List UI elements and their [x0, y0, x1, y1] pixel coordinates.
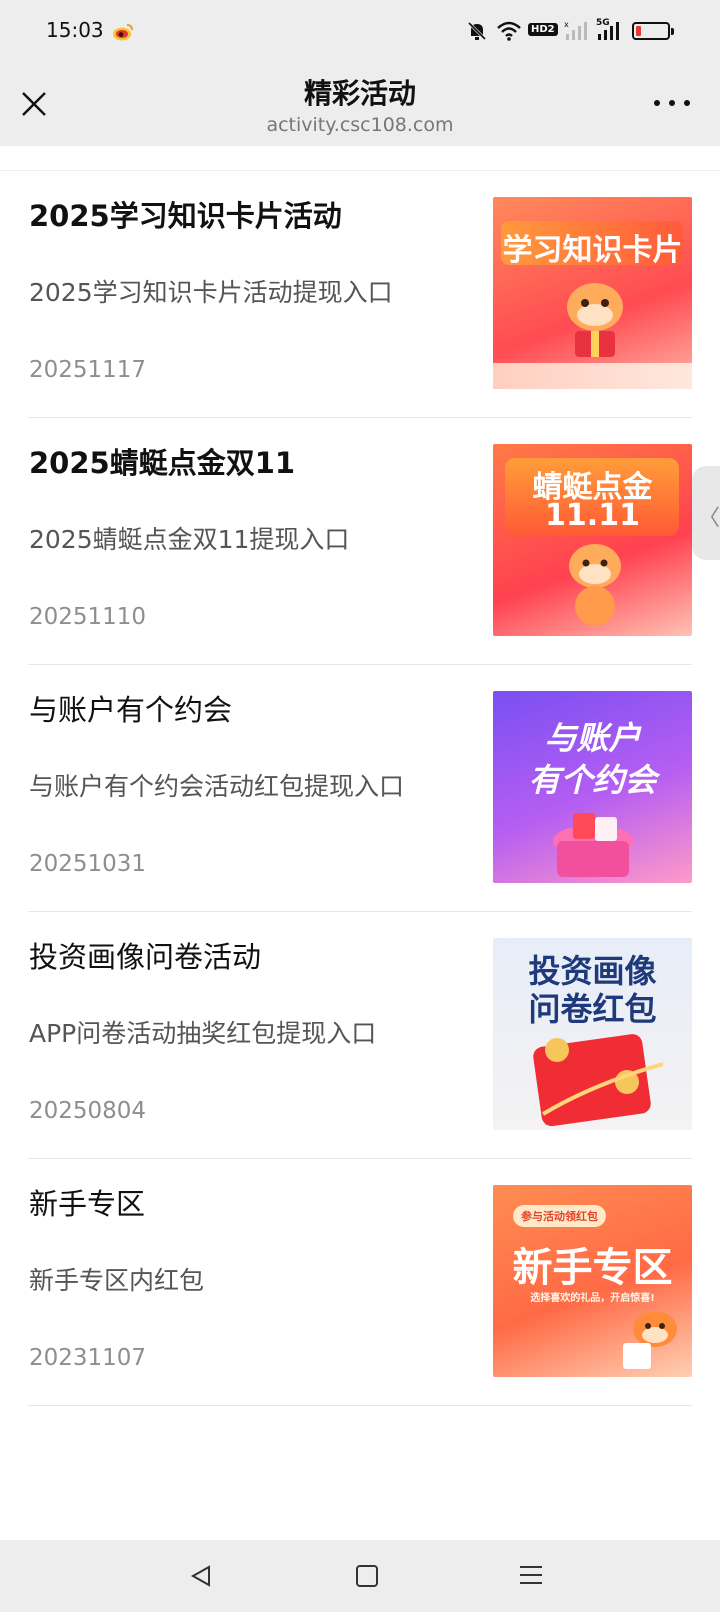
more-icon[interactable] [654, 96, 690, 110]
activity-thumbnail[interactable]: 学习知识卡片 [493, 197, 692, 389]
chevron-left-icon: 〈 [698, 506, 720, 531]
weibo-icon [113, 24, 133, 41]
thumb-title: 新手专区 [512, 1245, 673, 1291]
signal-icon: x [564, 20, 587, 40]
activity-item[interactable]: 2025学习知识卡片活动 2025学习知识卡片活动提现入口 20251117 学… [28, 171, 692, 418]
activity-title: 与账户有个约会 [29, 693, 233, 727]
back-icon[interactable] [190, 1564, 212, 1588]
gift-box-icon [553, 813, 633, 877]
activity-item[interactable]: 与账户有个约会 与账户有个约会活动红包提现入口 20251031 与账户 有个约… [28, 665, 692, 912]
activity-date: 20231107 [29, 1345, 147, 1371]
thumb-subtitle: 11.11 [545, 498, 640, 533]
activity-title: 投资画像问卷活动 [29, 940, 262, 974]
activity-description: APP问卷活动抽奖红包提现入口 [29, 1019, 377, 1048]
wifi-icon [497, 21, 521, 41]
mascot-icon [569, 544, 621, 626]
activity-item[interactable]: 新手专区 新手专区内红包 20231107 参与活动领红包 新手专区 选择喜欢的… [28, 1159, 692, 1406]
thumb-subtitle: 问卷红包 [528, 990, 657, 1028]
thumb-title: 学习知识卡片 [502, 233, 683, 268]
activity-thumbnail[interactable]: 蜻蜓点金 11.11 [493, 444, 692, 636]
activity-title: 2025学习知识卡片活动 [29, 199, 342, 233]
status-bar: 15:03 HD2 x 5G [0, 0, 720, 60]
status-icons: HD2 x 5G [466, 18, 696, 44]
activity-item[interactable]: 2025蜻蜓点金双11 2025蜻蜓点金双11提现入口 20251110 蜻蜓点… [28, 418, 692, 665]
battery-level [636, 26, 641, 36]
side-drawer-tab[interactable]: 〈 [692, 466, 720, 560]
thumb-subtitle: 有个约会 [528, 761, 657, 799]
activity-title: 2025蜻蜓点金双11 [29, 446, 296, 480]
red-envelope-icon [533, 1034, 664, 1127]
activity-item[interactable]: 投资画像问卷活动 APP问卷活动抽奖红包提现入口 20250804 投资画像 问… [28, 912, 692, 1159]
activity-thumbnail[interactable]: 投资画像 问卷红包 [493, 938, 692, 1130]
activity-date: 20251031 [29, 851, 147, 877]
page-url: activity.csc108.com [266, 114, 454, 136]
mascot-icon [567, 283, 623, 357]
navigation-bar [0, 1540, 720, 1612]
thumb-title: 与账户 [544, 719, 641, 757]
status-time: 15:03 [46, 18, 104, 42]
signal-5g-icon [598, 22, 619, 40]
battery-tip [671, 28, 674, 35]
activity-description: 2025蜻蜓点金双11提现入口 [29, 525, 350, 554]
title-bar: 精彩活动 activity.csc108.com [0, 60, 720, 146]
activity-list: 2025学习知识卡片活动 2025学习知识卡片活动提现入口 20251117 学… [0, 171, 720, 1406]
activity-thumbnail[interactable]: 与账户 有个约会 [493, 691, 692, 883]
hd-badge-icon: HD2 [528, 23, 558, 36]
svg-text:x: x [564, 20, 569, 29]
thumb-badge: 参与活动领红包 [513, 1205, 606, 1227]
activity-description: 新手专区内红包 [29, 1266, 205, 1295]
mascot-icon [623, 1311, 677, 1369]
recent-apps-icon[interactable] [520, 1564, 542, 1586]
battery-icon [632, 22, 674, 40]
activity-title: 新手专区 [29, 1187, 146, 1221]
home-icon[interactable] [356, 1565, 378, 1587]
page-title: 精彩活动 [303, 77, 416, 110]
thumb-subtitle: 选择喜欢的礼品，开启惊喜! [530, 1293, 655, 1304]
activity-description: 2025学习知识卡片活动提现入口 [29, 278, 393, 307]
activity-date: 20250804 [29, 1098, 147, 1124]
mute-bell-icon [467, 21, 487, 41]
thumb-base [493, 363, 692, 389]
activity-date: 20251110 [29, 604, 147, 630]
activity-thumbnail[interactable]: 参与活动领红包 新手专区 选择喜欢的礼品，开启惊喜! [493, 1185, 692, 1377]
activity-date: 20251117 [29, 357, 147, 383]
activity-description: 与账户有个约会活动红包提现入口 [29, 772, 405, 801]
